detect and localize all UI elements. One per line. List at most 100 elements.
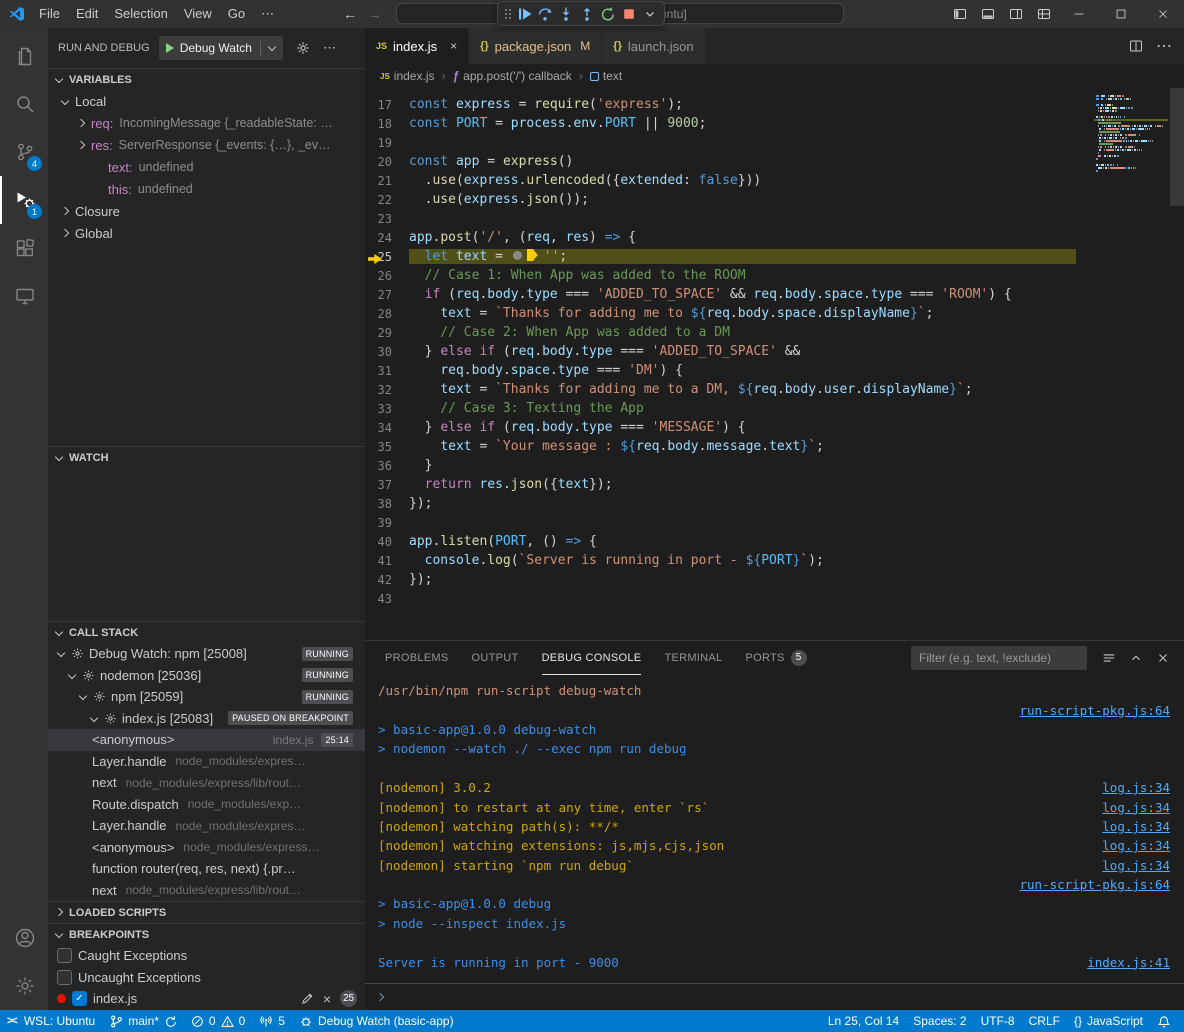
nav-forward-button[interactable]: → bbox=[368, 0, 382, 28]
menu-file[interactable]: File bbox=[31, 6, 68, 22]
remote-indicator[interactable]: >< WSL: Ubuntu bbox=[0, 1010, 102, 1032]
call-stack-section-header[interactable]: CALL STACK bbox=[48, 621, 365, 643]
source-control-icon[interactable]: 4 bbox=[0, 128, 48, 176]
console-source-link[interactable]: log.js:34 bbox=[1090, 780, 1170, 795]
close-button[interactable] bbox=[1142, 0, 1184, 28]
language-mode[interactable]: {} JavaScript bbox=[1067, 1010, 1150, 1032]
settings-gear-icon[interactable] bbox=[0, 962, 48, 1010]
console-source-link[interactable]: run-script-pkg.js:64 bbox=[1007, 877, 1170, 892]
tab-problems[interactable]: PROBLEMS bbox=[385, 641, 449, 675]
callstack-session[interactable]: npm [25059]RUNNING bbox=[48, 686, 365, 708]
line-number[interactable]: 23 bbox=[365, 212, 409, 226]
console-source-link[interactable]: log.js:34 bbox=[1090, 838, 1170, 853]
console-source-link[interactable]: log.js:34 bbox=[1090, 819, 1170, 834]
line-number[interactable]: 39 bbox=[365, 516, 409, 530]
toolbar-grip-icon[interactable] bbox=[502, 6, 513, 22]
maximize-button[interactable] bbox=[1100, 0, 1142, 28]
callstack-frame[interactable]: nextnode_modules/express/lib/rout… bbox=[48, 772, 365, 794]
editor-scrollbar[interactable] bbox=[1170, 88, 1184, 206]
line-number[interactable]: 35 bbox=[365, 440, 409, 454]
extensions-icon[interactable] bbox=[0, 224, 48, 272]
line-number[interactable]: 32 bbox=[365, 383, 409, 397]
variable-row[interactable]: req:IncomingMessage {_readableState: … bbox=[48, 112, 365, 134]
breakpoint-row[interactable]: Uncaught Exceptions bbox=[48, 967, 365, 989]
account-icon[interactable] bbox=[0, 914, 48, 962]
debug-session-item[interactable]: Debug Watch (basic-app) bbox=[292, 1010, 461, 1032]
breakpoints-section-header[interactable]: BREAKPOINTS bbox=[48, 923, 365, 945]
forwarded-ports-item[interactable]: 5 bbox=[252, 1010, 292, 1032]
customize-layout-icon[interactable] bbox=[1030, 0, 1058, 28]
breakpoint-checkbox[interactable] bbox=[57, 948, 72, 963]
variable-row[interactable]: this:undefined bbox=[48, 178, 365, 200]
line-number[interactable]: 38 bbox=[365, 497, 409, 511]
cursor-position[interactable]: Ln 25, Col 14 bbox=[821, 1010, 906, 1032]
explorer-icon[interactable] bbox=[0, 32, 48, 80]
eol-setting[interactable]: CRLF bbox=[1022, 1010, 1067, 1032]
callstack-session[interactable]: Debug Watch: npm [25008]RUNNING bbox=[48, 643, 365, 665]
line-number[interactable]: 41 bbox=[365, 554, 409, 568]
debug-settings-gear-icon[interactable] bbox=[295, 40, 311, 56]
breadcrumb-symbol[interactable]: app.post('/') callback bbox=[463, 69, 572, 83]
breakpoint-row[interactable]: Caught Exceptions bbox=[48, 945, 365, 967]
callstack-frame[interactable]: <anonymous>node_modules/express… bbox=[48, 837, 365, 859]
console-source-link[interactable]: log.js:34 bbox=[1090, 800, 1170, 815]
variable-row[interactable]: text:undefined bbox=[48, 156, 365, 178]
loaded-scripts-section-header[interactable]: LOADED SCRIPTS bbox=[48, 901, 365, 923]
console-options-icon[interactable] bbox=[1102, 651, 1116, 665]
callstack-frame[interactable]: <anonymous>index.js25:14 bbox=[48, 729, 365, 751]
problems-item[interactable]: 0 0 bbox=[184, 1010, 252, 1032]
menu-more[interactable]: ⋯ bbox=[253, 6, 282, 22]
tab-index-js[interactable]: JS index.js × bbox=[365, 28, 469, 64]
console-source-link[interactable]: index.js:41 bbox=[1075, 955, 1170, 970]
line-number[interactable]: 24 bbox=[365, 231, 409, 245]
line-number[interactable]: 30 bbox=[365, 345, 409, 359]
encoding-setting[interactable]: UTF-8 bbox=[974, 1010, 1022, 1032]
line-number[interactable]: 37 bbox=[365, 478, 409, 492]
chevron-down-icon[interactable] bbox=[268, 42, 276, 50]
scope-row[interactable]: Closure bbox=[48, 200, 365, 222]
debug-stop-button[interactable] bbox=[619, 4, 639, 24]
minimize-button[interactable] bbox=[1058, 0, 1100, 28]
debug-continue-button[interactable] bbox=[514, 4, 534, 24]
watch-section-header[interactable]: WATCH bbox=[48, 446, 365, 468]
scope-row[interactable]: Global bbox=[48, 222, 365, 244]
debug-console-input[interactable] bbox=[365, 983, 1184, 1010]
line-number[interactable]: 33 bbox=[365, 402, 409, 416]
breakpoint-checkbox[interactable] bbox=[57, 970, 72, 985]
callstack-frame[interactable]: Layer.handlenode_modules/expres… bbox=[48, 751, 365, 773]
toggle-sidebar-icon[interactable] bbox=[946, 0, 974, 28]
line-number[interactable]: 25 bbox=[365, 250, 409, 264]
remote-explorer-icon[interactable] bbox=[0, 272, 48, 320]
debug-session-dropdown-icon[interactable] bbox=[640, 4, 660, 24]
callstack-session[interactable]: nodemon [25036]RUNNING bbox=[48, 665, 365, 687]
git-branch-item[interactable]: main* bbox=[102, 1010, 184, 1032]
line-number[interactable]: 27 bbox=[365, 288, 409, 302]
line-number[interactable]: 43 bbox=[365, 592, 409, 606]
split-editor-icon[interactable] bbox=[1128, 38, 1144, 54]
line-number[interactable]: 17 bbox=[365, 98, 409, 112]
variable-row[interactable]: res:ServerResponse {_events: {…}, _ev… bbox=[48, 134, 365, 156]
toggle-secondary-sidebar-icon[interactable] bbox=[1002, 0, 1030, 28]
tab-terminal[interactable]: TERMINAL bbox=[664, 641, 722, 675]
callstack-frame[interactable]: nextnode_modules/express/lib/rout… bbox=[48, 880, 365, 902]
line-number[interactable]: 36 bbox=[365, 459, 409, 473]
debug-step-into-button[interactable] bbox=[556, 4, 576, 24]
tab-debug-console[interactable]: DEBUG CONSOLE bbox=[542, 641, 642, 675]
debug-step-out-button[interactable] bbox=[577, 4, 597, 24]
edit-breakpoint-icon[interactable] bbox=[301, 992, 314, 1005]
line-number[interactable]: 31 bbox=[365, 364, 409, 378]
line-number[interactable]: 22 bbox=[365, 193, 409, 207]
console-source-link[interactable]: run-script-pkg.js:64 bbox=[1007, 703, 1170, 718]
line-number[interactable]: 19 bbox=[365, 136, 409, 150]
console-source-link[interactable]: log.js:34 bbox=[1090, 858, 1170, 873]
views-more-actions-icon[interactable]: ⋯ bbox=[323, 40, 336, 56]
nav-back-button[interactable]: ← bbox=[343, 0, 357, 28]
breakpoint-row[interactable]: ✓index.js×25 bbox=[48, 988, 365, 1010]
indentation-setting[interactable]: Spaces: 2 bbox=[906, 1010, 973, 1032]
breakpoint-checkbox[interactable]: ✓ bbox=[72, 991, 87, 1006]
toggle-panel-icon[interactable] bbox=[974, 0, 1002, 28]
line-number[interactable]: 28 bbox=[365, 307, 409, 321]
debug-restart-button[interactable] bbox=[598, 4, 618, 24]
line-number[interactable]: 20 bbox=[365, 155, 409, 169]
menu-go[interactable]: Go bbox=[220, 6, 253, 22]
